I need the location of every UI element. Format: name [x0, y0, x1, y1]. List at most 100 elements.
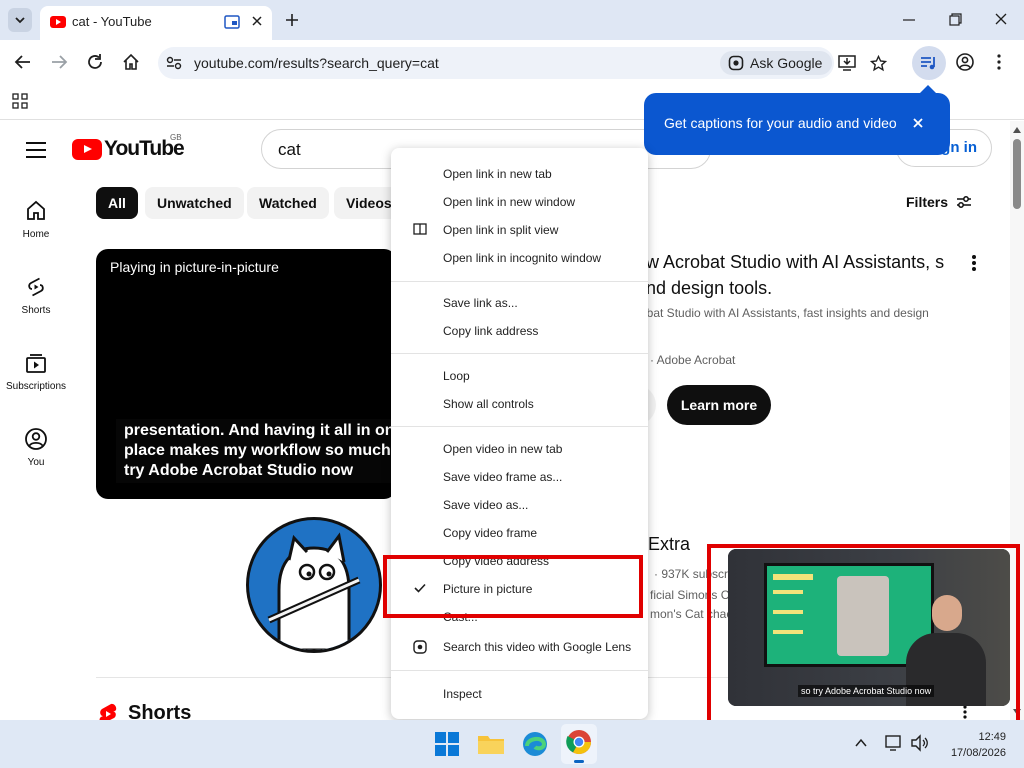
sidebar-label: Shorts — [21, 305, 51, 316]
windows-start-icon[interactable] — [431, 728, 463, 760]
ask-google-button[interactable]: Ask Google — [720, 51, 833, 75]
menu-separator — [391, 426, 648, 427]
google-lens-icon — [728, 55, 744, 71]
chip-unwatched[interactable]: Unwatched — [145, 187, 244, 219]
menu-item-copy-link-address[interactable]: Copy link address — [391, 318, 648, 344]
youtube-logo[interactable]: YouTube GB — [72, 133, 185, 161]
youtube-play-icon — [72, 138, 102, 160]
pip-status-text: Playing in picture-in-picture — [110, 259, 279, 275]
video-caption: presentation. And having it all in one p… — [116, 419, 396, 483]
browser-toolbar: youtube.com/results?search_query=cat Ask… — [0, 40, 1024, 86]
menu-item-show-all-controls[interactable]: Show all controls — [391, 391, 648, 417]
sidebar-item-subscriptions[interactable]: Subscriptions — [0, 351, 72, 392]
close-icon[interactable] — [912, 117, 924, 129]
new-tab-button[interactable] — [282, 10, 302, 30]
split-view-icon — [413, 223, 427, 235]
google-lens-icon — [413, 640, 427, 654]
scrollbar-thumb[interactable] — [1013, 139, 1021, 209]
more-menu-icon[interactable] — [996, 53, 1002, 71]
menu-item-save-video-frame[interactable]: Save video frame as... — [391, 464, 648, 490]
menu-separator — [391, 353, 648, 354]
tab-search-button[interactable] — [8, 8, 32, 32]
url-text: youtube.com/results?search_query=cat — [194, 55, 439, 71]
site-settings-icon[interactable] — [166, 55, 182, 71]
close-window-button[interactable] — [994, 10, 1008, 30]
menu-item-save-link[interactable]: Save link as... — [391, 290, 648, 316]
chevron-up-icon[interactable] — [854, 737, 868, 749]
file-explorer-icon[interactable] — [475, 728, 507, 760]
shorts-section-heading: Shorts — [98, 702, 191, 720]
minimize-button[interactable] — [902, 10, 916, 30]
sidebar-item-home[interactable]: Home — [0, 199, 72, 240]
menu-item-open-link-new-window[interactable]: Open link in new window — [391, 189, 648, 215]
forward-button[interactable] — [50, 53, 68, 71]
learn-more-button[interactable]: Learn more — [667, 385, 771, 425]
shorts-icon — [28, 277, 44, 297]
close-icon — [252, 16, 262, 26]
menu-item-search-google-lens[interactable]: Search this video with Google Lens — [391, 634, 648, 660]
captions-promo-bubble: Get captions for your audio and video — [644, 85, 950, 155]
network-icon[interactable] — [884, 734, 904, 752]
sidebar-label: Subscriptions — [5, 381, 67, 392]
home-button[interactable] — [122, 53, 140, 71]
chrome-icon — [566, 730, 591, 755]
address-bar[interactable]: youtube.com/results?search_query=cat Ask… — [158, 47, 887, 79]
chip-all[interactable]: All — [96, 187, 138, 219]
edge-browser-icon[interactable] — [519, 728, 551, 760]
youtube-favicon-icon — [50, 16, 66, 28]
shorts-logo-icon — [99, 703, 117, 720]
restore-button[interactable] — [948, 10, 962, 30]
scroll-up-arrow[interactable] — [1013, 127, 1021, 133]
sidebar-label: Home — [22, 229, 50, 240]
account-icon — [25, 428, 47, 450]
tab-title: cat - YouTube — [72, 14, 152, 29]
channel-name[interactable]: Extra — [648, 534, 690, 555]
browser-tab[interactable]: cat - YouTube — [40, 6, 272, 40]
menu-item-open-link-new-tab[interactable]: Open link in new tab — [391, 161, 648, 187]
filters-label: Filters — [906, 194, 949, 210]
ad-description: robat Studio with AI Assistants, fast in… — [636, 306, 929, 320]
context-menu: Open link in new tab Open link in new wi… — [391, 148, 648, 719]
subscriptions-icon — [26, 354, 46, 373]
filter-sliders-icon — [957, 196, 972, 208]
clock-date: 17/08/2026 — [950, 747, 1006, 759]
profile-icon[interactable] — [956, 53, 974, 71]
menu-separator — [391, 670, 648, 671]
ask-google-label: Ask Google — [750, 55, 823, 71]
video-player[interactable]: Playing in picture-in-picture presentati… — [96, 249, 396, 499]
shorts-heading-label: Shorts — [128, 702, 192, 720]
channel-avatar[interactable] — [246, 517, 382, 653]
menu-item-open-link-split-view[interactable]: Open link in split view — [391, 217, 648, 243]
menu-item-loop[interactable]: Loop — [391, 363, 648, 389]
menu-item-save-video[interactable]: Save video as... — [391, 492, 648, 518]
menu-item-inspect[interactable]: Inspect — [391, 681, 648, 707]
reload-button[interactable] — [86, 53, 104, 71]
apps-grid-icon[interactable] — [12, 93, 28, 109]
sidebar-item-you[interactable]: You — [0, 427, 72, 468]
sidebar-item-shorts[interactable]: Shorts — [0, 275, 72, 316]
system-clock[interactable]: 12:49 17/08/2026 — [940, 729, 1006, 761]
menu-item-open-link-incognito[interactable]: Open link in incognito window — [391, 245, 648, 271]
chrome-taskbar-item[interactable] — [561, 724, 597, 764]
country-code: GB — [170, 133, 182, 142]
install-app-icon[interactable] — [838, 55, 856, 71]
back-button[interactable] — [14, 53, 32, 71]
clock-time: 12:49 — [978, 731, 1006, 743]
volume-icon[interactable] — [910, 734, 930, 752]
picture-in-picture-window[interactable]: so try Adobe Acrobat Studio now — [728, 549, 1010, 706]
guide-menu-button[interactable] — [26, 142, 46, 158]
menu-item-open-video-new-tab[interactable]: Open video in new tab — [391, 436, 648, 462]
close-tab-button[interactable] — [248, 12, 266, 30]
chip-watched[interactable]: Watched — [247, 187, 329, 219]
more-options-icon[interactable] — [969, 253, 979, 273]
search-query-text: cat — [278, 140, 301, 159]
sidebar-label: You — [27, 457, 45, 468]
ad-title[interactable]: ew Acrobat Studio with AI Assistants, s … — [636, 249, 956, 301]
tab-strip: cat - YouTube — [0, 0, 1024, 40]
filters-button[interactable]: Filters — [906, 194, 972, 210]
media-controls-button[interactable] — [912, 46, 946, 80]
bookmark-star-icon[interactable] — [870, 55, 887, 72]
cat-cartoon-icon — [267, 532, 361, 650]
menu-item-copy-video-frame[interactable]: Copy video frame — [391, 520, 648, 546]
pip-caption: so try Adobe Acrobat Studio now — [798, 685, 935, 697]
